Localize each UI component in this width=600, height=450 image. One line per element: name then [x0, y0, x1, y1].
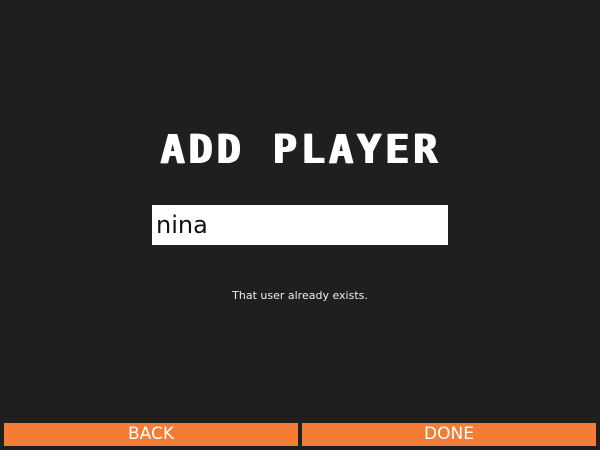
player-name-input[interactable]	[152, 205, 448, 245]
page-title: ADD PLAYER	[159, 127, 441, 173]
error-message: That user already exists.	[232, 289, 368, 302]
back-button[interactable]: BACK	[4, 423, 298, 446]
add-player-screen: ADD PLAYER That user already exists. BAC…	[0, 0, 600, 450]
done-button[interactable]: DONE	[302, 423, 596, 446]
